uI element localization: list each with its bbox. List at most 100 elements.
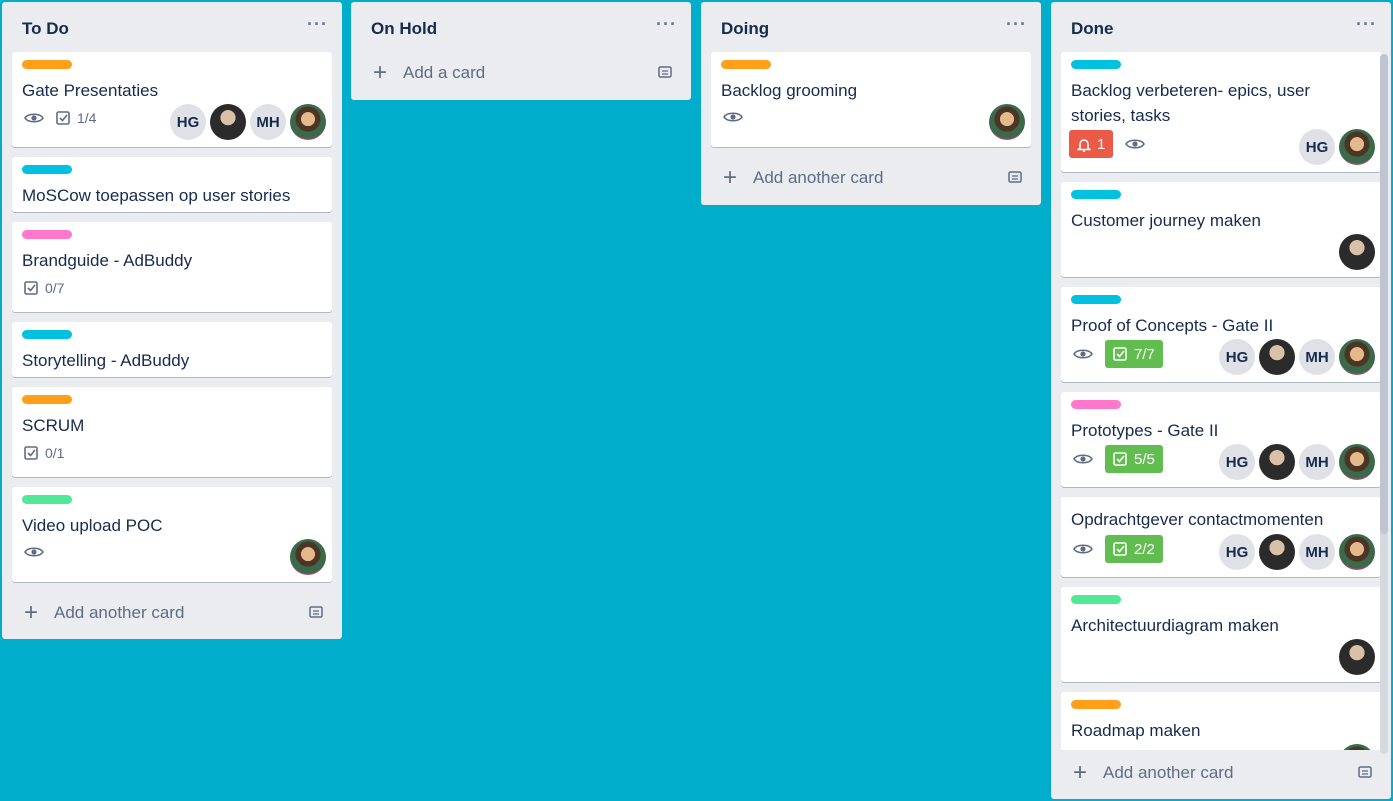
card-template-icon[interactable] bbox=[657, 65, 673, 79]
checklist-count: 5/5 bbox=[1134, 450, 1155, 468]
list-to-do: To Do ··· Gate Presentaties 1/4 HG MH Mo… bbox=[2, 2, 342, 639]
avatar[interactable] bbox=[1339, 339, 1375, 375]
label-sky[interactable] bbox=[22, 165, 72, 174]
list-menu-button[interactable]: ··· bbox=[1006, 14, 1027, 35]
avatar[interactable] bbox=[1339, 534, 1375, 570]
add-card-label: Add another card bbox=[1103, 763, 1234, 782]
label-lime[interactable] bbox=[1071, 595, 1121, 604]
list-menu-button[interactable]: ··· bbox=[307, 14, 328, 35]
list-title[interactable]: Doing bbox=[721, 19, 769, 39]
card[interactable]: Customer journey maken bbox=[1061, 182, 1381, 277]
checklist-badge-complete: 2/2 bbox=[1105, 535, 1163, 563]
card[interactable]: Backlog verbeteren- epics, user stories,… bbox=[1061, 52, 1381, 172]
card[interactable]: MoSCow toepassen op user stories bbox=[12, 157, 332, 212]
checkbox-icon bbox=[1113, 451, 1127, 466]
avatar[interactable] bbox=[290, 539, 326, 575]
avatar-hg[interactable]: HG bbox=[1219, 534, 1255, 570]
avatar[interactable] bbox=[210, 104, 246, 140]
checklist-badge-complete: 5/5 bbox=[1105, 445, 1163, 473]
card-title: SCRUM bbox=[22, 416, 85, 435]
avatar-hg[interactable]: HG bbox=[1219, 339, 1255, 375]
label-pink[interactable] bbox=[22, 230, 72, 239]
card-template-icon[interactable] bbox=[1007, 170, 1023, 184]
card[interactable]: Proof of Concepts - Gate II 7/7 HG MH bbox=[1061, 287, 1381, 382]
card-title: Backlog grooming bbox=[721, 81, 858, 100]
avatar-mh[interactable]: MH bbox=[250, 104, 286, 140]
card[interactable]: SCRUM 0/1 bbox=[12, 387, 332, 477]
card-title: Storytelling - AdBuddy bbox=[22, 351, 190, 370]
plus-icon: + bbox=[1073, 759, 1088, 786]
avatar[interactable] bbox=[1339, 444, 1375, 480]
avatar-mh[interactable]: MH bbox=[1299, 339, 1335, 375]
eye-icon bbox=[1073, 349, 1093, 359]
card-template-icon[interactable] bbox=[1357, 765, 1373, 779]
label-sky[interactable] bbox=[1071, 60, 1121, 69]
checklist-count: 0/7 bbox=[45, 280, 65, 296]
list-title[interactable]: On Hold bbox=[371, 19, 437, 39]
add-card-button[interactable]: + Add another card bbox=[1061, 755, 1381, 791]
card-title: Customer journey maken bbox=[1071, 211, 1261, 230]
label-sky[interactable] bbox=[1071, 295, 1121, 304]
checkbox-icon bbox=[24, 445, 38, 460]
checklist-count: 0/1 bbox=[45, 445, 65, 461]
card[interactable]: Gate Presentaties 1/4 HG MH bbox=[12, 52, 332, 147]
card[interactable]: Roadmap maken bbox=[1061, 692, 1381, 750]
card[interactable]: Architectuurdiagram maken bbox=[1061, 587, 1381, 682]
avatar[interactable] bbox=[1259, 444, 1295, 480]
label-orange[interactable] bbox=[1071, 700, 1121, 709]
add-card-button[interactable]: + Add another card bbox=[12, 595, 332, 631]
card-template-icon[interactable] bbox=[308, 605, 324, 619]
list-done: Done ··· Backlog verbeteren- epics, user… bbox=[1051, 2, 1391, 799]
bell-icon bbox=[1077, 138, 1091, 152]
scrollbar[interactable] bbox=[1380, 54, 1388, 754]
notification-count: 1 bbox=[1097, 135, 1106, 153]
label-orange[interactable] bbox=[22, 395, 72, 404]
checklist-count: 7/7 bbox=[1134, 345, 1155, 363]
label-orange[interactable] bbox=[22, 60, 72, 69]
avatar-mh[interactable]: MH bbox=[1299, 534, 1335, 570]
add-card-button[interactable]: + Add a card bbox=[361, 55, 681, 91]
card-title: MoSCow toepassen op user stories bbox=[22, 186, 291, 205]
eye-icon bbox=[1125, 139, 1146, 149]
checklist-count: 2/2 bbox=[1134, 540, 1155, 558]
list-menu-button[interactable]: ··· bbox=[656, 14, 677, 35]
card[interactable]: Backlog grooming bbox=[711, 52, 1031, 147]
avatar-hg[interactable]: HG bbox=[1299, 129, 1335, 165]
label-pink[interactable] bbox=[1071, 400, 1121, 409]
avatar[interactable] bbox=[1259, 339, 1295, 375]
plus-icon: + bbox=[373, 59, 388, 86]
checklist-badge-complete: 7/7 bbox=[1105, 340, 1163, 368]
add-card-label: Add another card bbox=[753, 168, 884, 187]
checkbox-icon bbox=[1113, 541, 1127, 556]
avatar[interactable] bbox=[1259, 534, 1295, 570]
avatar[interactable] bbox=[1339, 129, 1375, 165]
avatar[interactable] bbox=[1339, 234, 1375, 270]
add-card-button[interactable]: + Add another card bbox=[711, 160, 1031, 196]
avatar[interactable] bbox=[989, 104, 1025, 140]
card[interactable]: Storytelling - AdBuddy bbox=[12, 322, 332, 377]
card-title: Backlog verbeteren- epics, user stories,… bbox=[1071, 81, 1311, 125]
checklist-badge: 0/1 bbox=[24, 445, 64, 461]
avatar-hg[interactable]: HG bbox=[170, 104, 206, 140]
list-title[interactable]: To Do bbox=[22, 19, 69, 39]
label-sky[interactable] bbox=[1071, 190, 1121, 199]
card[interactable]: Brandguide - AdBuddy 0/7 bbox=[12, 222, 332, 312]
checkbox-icon bbox=[24, 280, 38, 295]
avatar-mh[interactable]: MH bbox=[1299, 444, 1335, 480]
label-lime[interactable] bbox=[22, 495, 72, 504]
plus-icon: + bbox=[24, 599, 39, 626]
avatar[interactable] bbox=[290, 104, 326, 140]
checklist-badge: 1/4 bbox=[56, 110, 96, 126]
label-orange[interactable] bbox=[721, 60, 771, 69]
card[interactable]: Opdrachtgever contactmomenten 2/2 HG MH bbox=[1061, 497, 1381, 577]
card[interactable]: Prototypes - Gate II 5/5 HG MH bbox=[1061, 392, 1381, 487]
card[interactable]: Video upload POC bbox=[12, 487, 332, 582]
avatar[interactable] bbox=[1339, 744, 1375, 750]
label-sky[interactable] bbox=[22, 330, 72, 339]
notification-badge: 1 bbox=[1069, 130, 1114, 158]
checkbox-icon bbox=[56, 110, 70, 125]
list-on-hold: On Hold ··· + Add a card bbox=[351, 2, 691, 100]
avatar-hg[interactable]: HG bbox=[1219, 444, 1255, 480]
avatar[interactable] bbox=[1339, 639, 1375, 675]
scrollbar-thumb[interactable] bbox=[1380, 54, 1388, 534]
